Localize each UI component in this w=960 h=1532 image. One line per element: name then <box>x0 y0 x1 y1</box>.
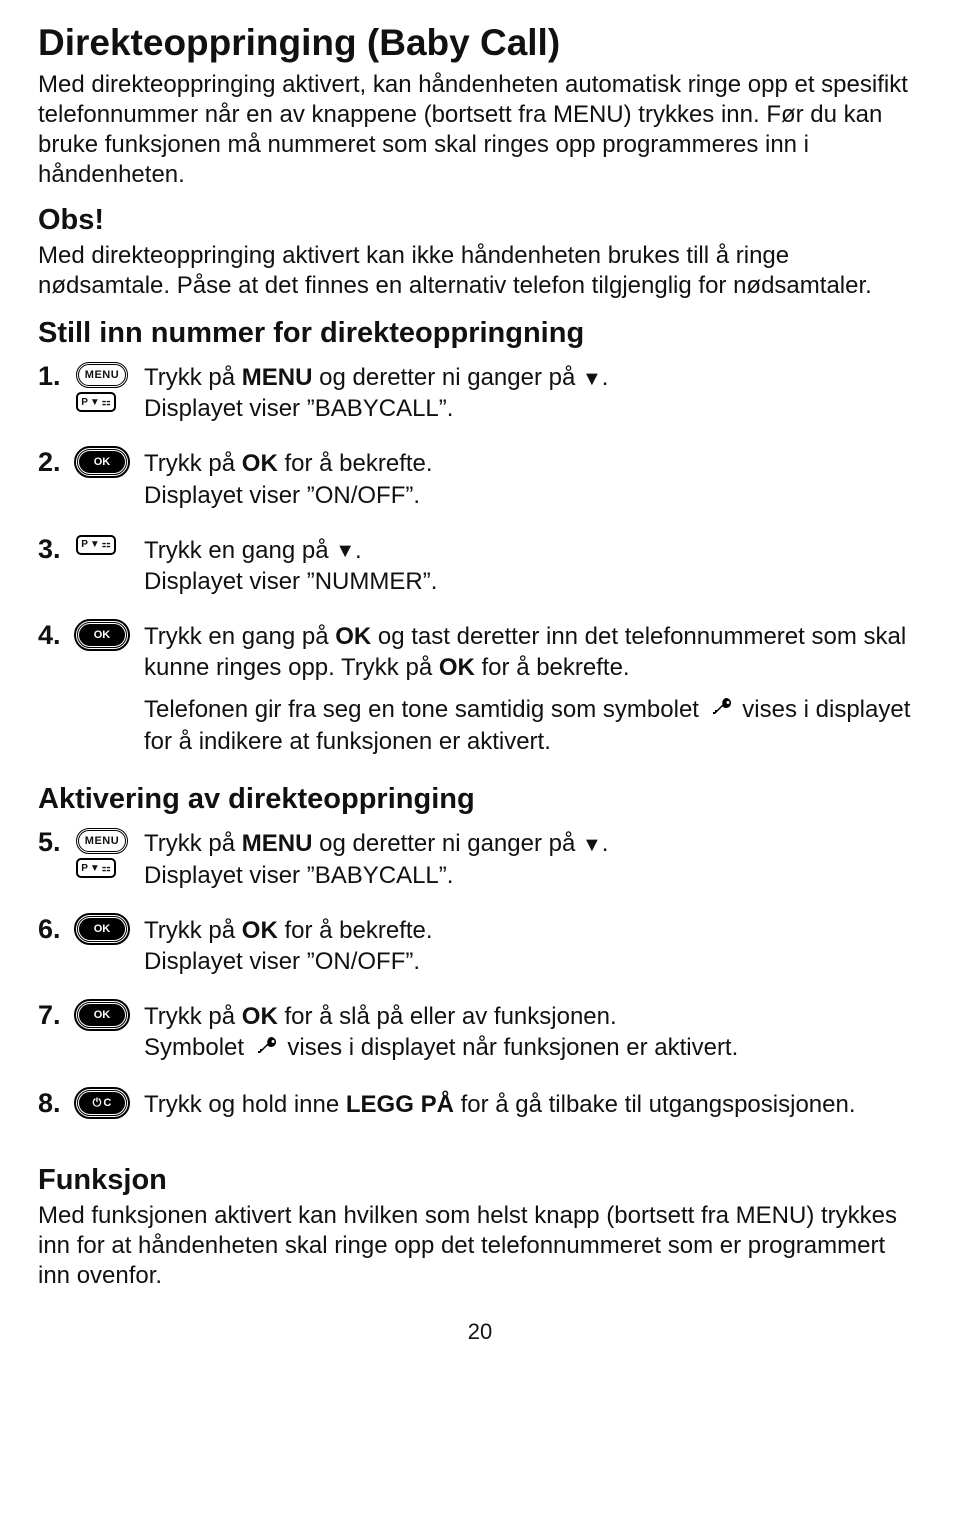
step-number: 5. <box>38 828 76 858</box>
step-row: 5. MENU P▼⚏ Trykk på MENU og deretter ni… <box>38 828 922 900</box>
step-number: 3. <box>38 535 76 565</box>
step-number: 4. <box>38 621 76 651</box>
nav-down-icon: P▼⚏ <box>76 392 116 412</box>
funksjon-text: Med funksjonen aktivert kan hvilken som … <box>38 1201 922 1291</box>
step-row: 7. OK Trykk på OK for å slå på eller av … <box>38 1001 922 1075</box>
obs-text: Med direkteoppringing aktivert kan ikke … <box>38 241 922 301</box>
obs-heading: Obs! <box>38 204 922 237</box>
step-text: Trykk en gang på OK og tast deretter inn… <box>144 621 922 767</box>
nav-down-icon: P▼⚏ <box>76 858 116 878</box>
page-number: 20 <box>38 1319 922 1361</box>
step-row: 3. P▼⚏ Trykk en gang på ▼.Displayet vise… <box>38 535 922 607</box>
step-number: 6. <box>38 915 76 945</box>
step-number: 8. <box>38 1089 76 1119</box>
step-row: 2. OK Trykk på OK for å bekrefte.Display… <box>38 448 922 520</box>
step-number: 2. <box>38 448 76 478</box>
step-text: Trykk på MENU og deretter ni ganger på ▼… <box>144 362 922 434</box>
menu-button-icon: MENU <box>76 828 128 854</box>
menu-button-icon: MENU <box>76 362 128 388</box>
ok-button-icon: OK <box>76 448 128 476</box>
ok-button-icon: OK <box>76 621 128 649</box>
ok-button-icon: OK <box>76 915 128 943</box>
step-text: Trykk en gang på ▼.Displayet viser ”NUMM… <box>144 535 922 607</box>
nav-down-icon: P▼⚏ <box>76 535 116 555</box>
step-row: 4. OK Trykk en gang på OK og tast derett… <box>38 621 922 767</box>
key-icon <box>253 1033 279 1065</box>
step-number: 7. <box>38 1001 76 1031</box>
step-text: Trykk på OK for å bekrefte.Displayet vis… <box>144 915 922 987</box>
intro-paragraph: Med direkteoppringing aktivert, kan hånd… <box>38 70 922 190</box>
step-text: Trykk på OK for å bekrefte.Displayet vis… <box>144 448 922 520</box>
funksjon-heading: Funksjon <box>38 1164 922 1197</box>
step-row: 8. ⏻C Trykk og hold inne LEGG PÅ for å g… <box>38 1089 922 1130</box>
key-icon <box>708 694 734 726</box>
section-activate-title: Aktivering av direkteoppringing <box>38 783 922 816</box>
page-title: Direkteoppringing (Baby Call) <box>38 22 922 64</box>
ok-button-icon: OK <box>76 1001 128 1029</box>
section-set-number-title: Still inn nummer for direkteoppringning <box>38 317 922 350</box>
step-number: 1. <box>38 362 76 392</box>
hangup-button-icon: ⏻C <box>76 1089 128 1117</box>
step-row: 6. OK Trykk på OK for å bekrefte.Display… <box>38 915 922 987</box>
step-text: Trykk og hold inne LEGG PÅ for å gå tilb… <box>144 1089 922 1130</box>
step-row: 1. MENU P▼⚏ Trykk på MENU og deretter ni… <box>38 362 922 434</box>
step-text: Trykk på MENU og deretter ni ganger på ▼… <box>144 828 922 900</box>
step-text: Trykk på OK for å slå på eller av funksj… <box>144 1001 922 1075</box>
